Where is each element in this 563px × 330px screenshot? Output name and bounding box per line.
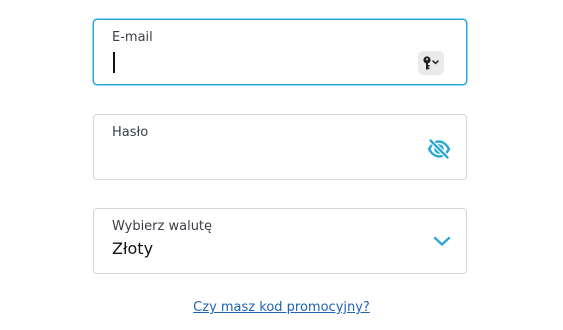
toggle-password-visibility-button[interactable]: [426, 137, 452, 161]
password-label: Hasło: [112, 125, 149, 140]
currency-dropdown-toggle[interactable]: [432, 233, 452, 249]
currency-selected-value: Złoty: [112, 239, 154, 258]
currency-label: Wybierz walutę: [112, 219, 213, 234]
text-caret: [113, 52, 115, 73]
email-label: E-mail: [112, 30, 153, 45]
eye-slash-icon: [427, 138, 451, 160]
login-form: E-mail Hasło Wybierz walutę Złoty Czy ma…: [0, 0, 563, 330]
promo-code-link[interactable]: Czy masz kod promocyjny?: [0, 300, 563, 315]
chevron-down-icon: [433, 236, 451, 246]
email-field[interactable]: E-mail: [93, 19, 467, 85]
key-icon: [423, 56, 439, 70]
currency-select[interactable]: Wybierz walutę Złoty: [93, 208, 467, 274]
password-field[interactable]: Hasło: [93, 114, 467, 180]
password-manager-button[interactable]: [418, 51, 444, 75]
